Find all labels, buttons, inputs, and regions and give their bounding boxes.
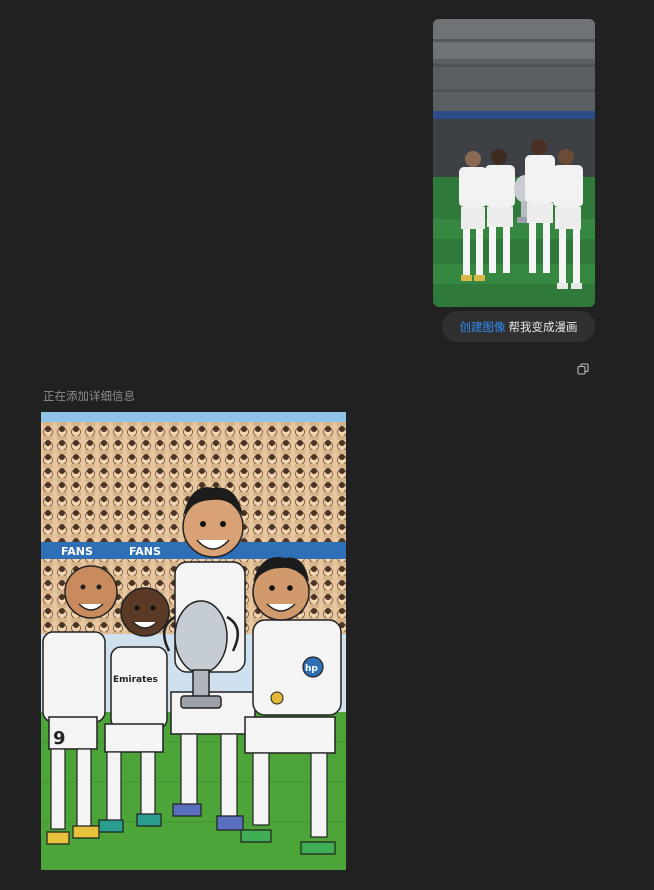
photo-thumbnail [433, 19, 595, 307]
chat-page: 创建图像 帮我变成漫画 正在添加详细信息 FANS FANS 9 Emirate… [0, 0, 654, 890]
sponsor-badge: hp [305, 664, 318, 674]
generation-status: 正在添加详细信息 [43, 389, 135, 403]
banner-right-label: FANS [129, 545, 161, 558]
comic-illustration: FANS FANS 9 Emirates hp [41, 412, 346, 870]
prompt-bubble: 创建图像 帮我变成漫画 [442, 311, 595, 342]
create-image-tag[interactable]: 创建图像 [460, 319, 506, 335]
uploaded-photo[interactable] [433, 19, 595, 307]
jersey-sponsor: Emirates [113, 675, 158, 685]
generated-comic-image[interactable]: FANS FANS 9 Emirates hp [41, 412, 346, 870]
jersey-number: 9 [53, 728, 66, 749]
copy-icon [577, 363, 589, 375]
copy-button[interactable] [576, 362, 590, 376]
prompt-text: 帮我变成漫画 [508, 319, 578, 334]
banner-left-label: FANS [61, 545, 93, 558]
